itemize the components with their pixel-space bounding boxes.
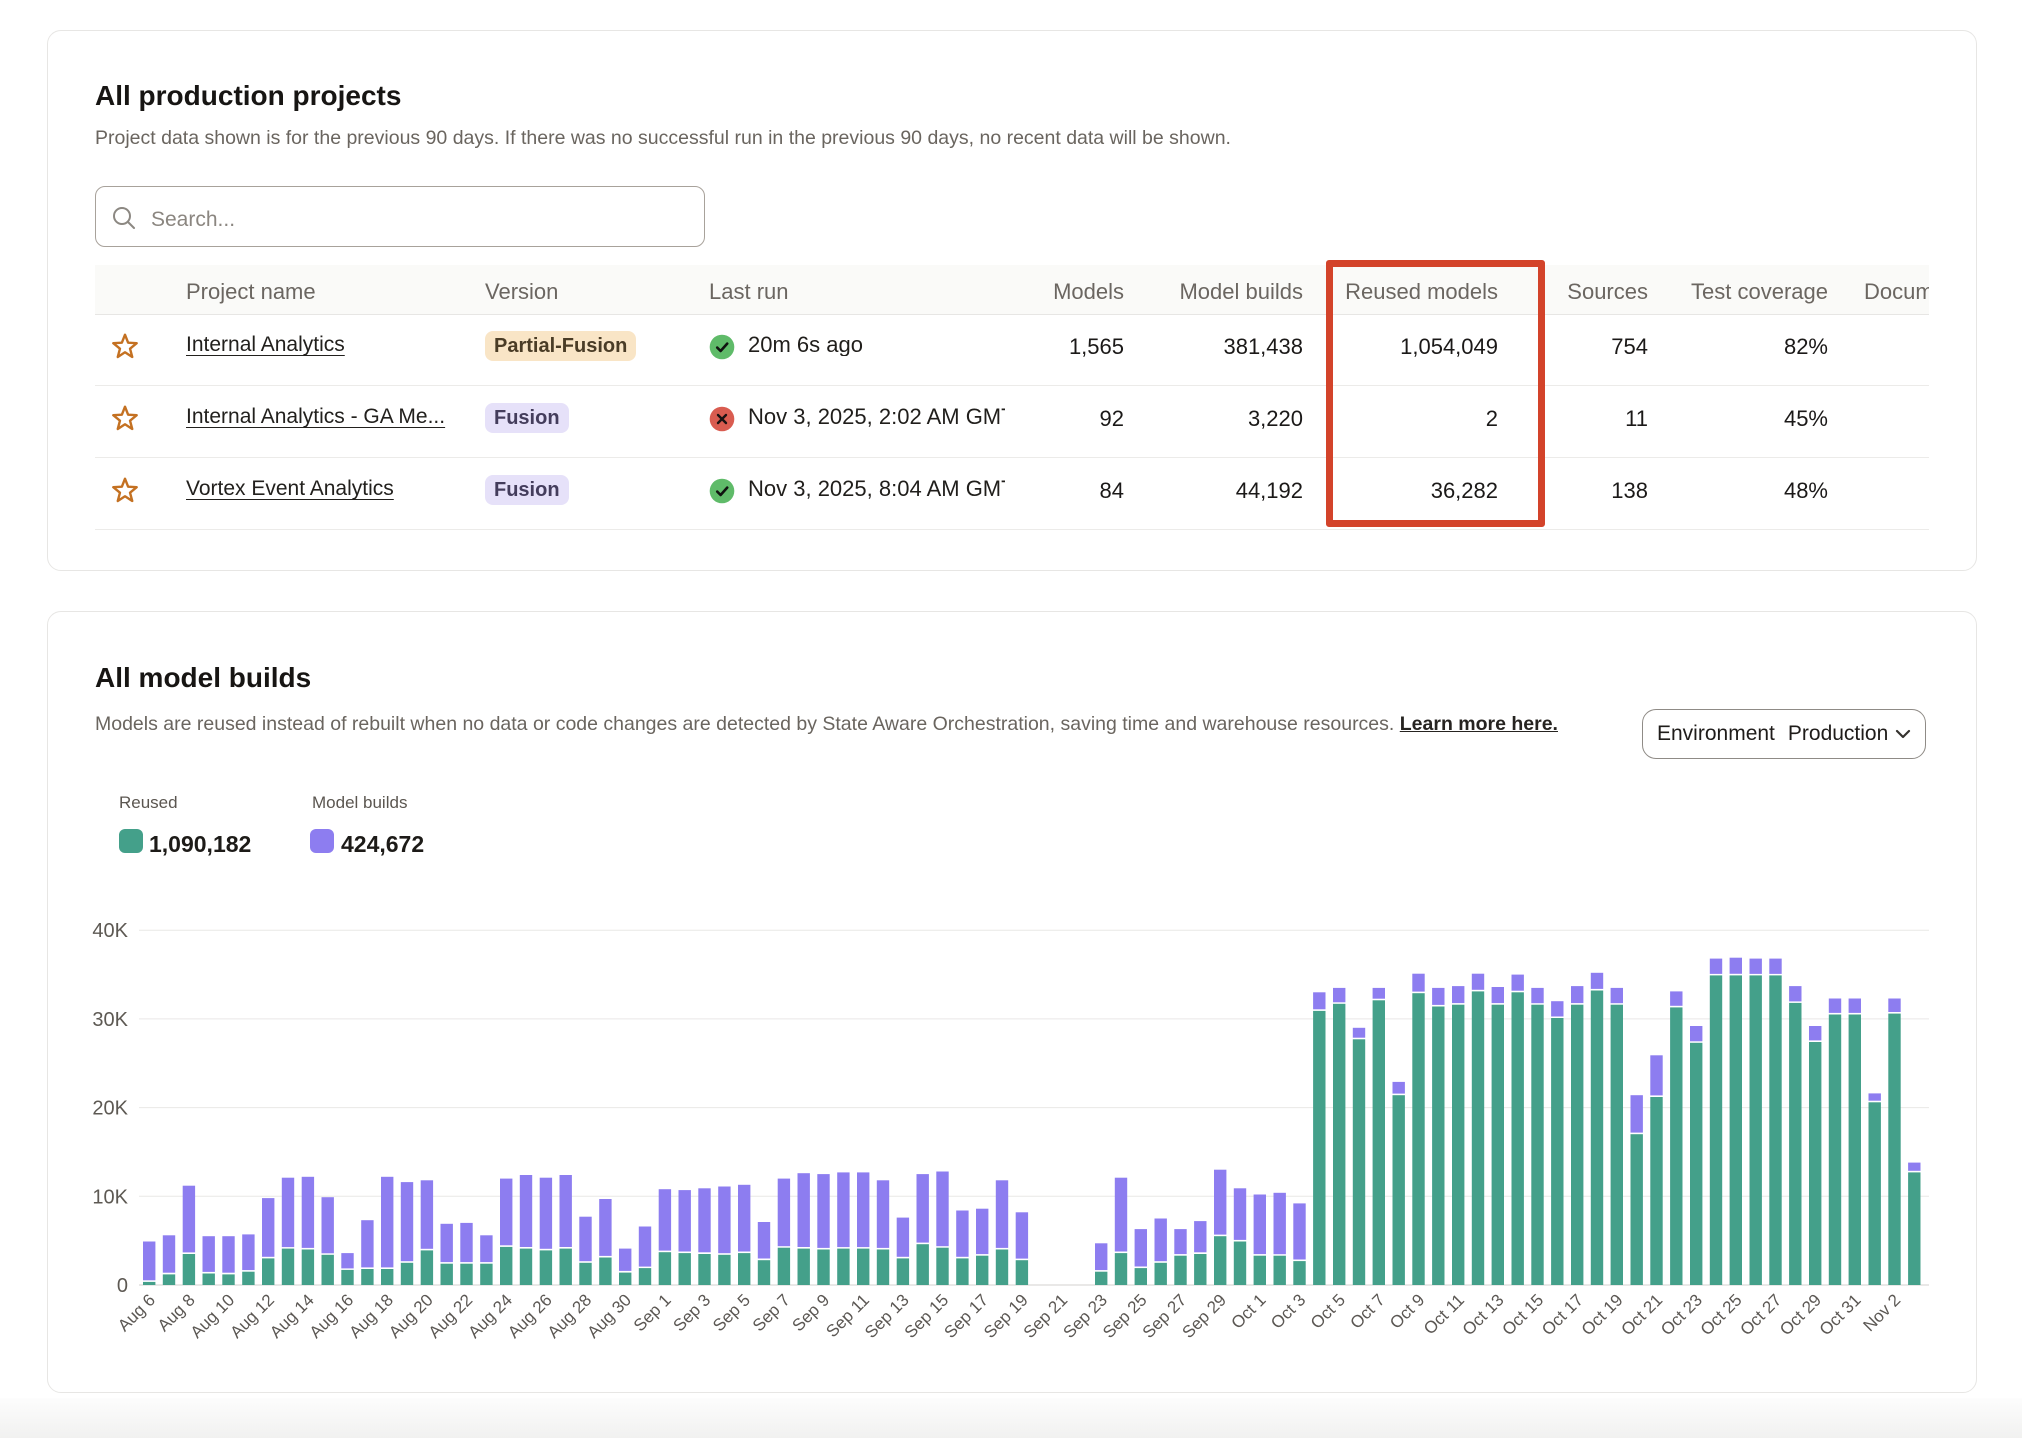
svg-text:Aug 20: Aug 20 [385,1290,437,1342]
svg-text:Oct 25: Oct 25 [1697,1290,1746,1339]
svg-text:Aug 24: Aug 24 [464,1290,516,1342]
svg-text:Oct 5: Oct 5 [1307,1290,1349,1332]
svg-text:Aug 6: Aug 6 [114,1290,159,1335]
svg-text:Oct 15: Oct 15 [1498,1290,1547,1339]
svg-text:20K: 20K [92,1098,128,1120]
svg-text:Aug 28: Aug 28 [544,1290,596,1342]
svg-text:Sep 21: Sep 21 [1020,1290,1072,1342]
svg-text:Sep 27: Sep 27 [1139,1290,1191,1342]
svg-text:Nov 2: Nov 2 [1859,1290,1904,1335]
svg-text:30K: 30K [92,1009,128,1031]
svg-text:Oct 19: Oct 19 [1578,1290,1627,1339]
svg-text:Sep 17: Sep 17 [940,1290,992,1342]
svg-text:Sep 5: Sep 5 [709,1290,754,1335]
svg-text:Sep 19: Sep 19 [980,1290,1032,1342]
svg-text:Sep 7: Sep 7 [749,1290,794,1335]
svg-text:Aug 30: Aug 30 [583,1290,635,1342]
svg-text:Aug 18: Aug 18 [345,1290,397,1342]
svg-text:Aug 10: Aug 10 [187,1290,239,1342]
svg-text:Oct 21: Oct 21 [1617,1290,1666,1339]
svg-text:Sep 25: Sep 25 [1099,1290,1151,1342]
svg-text:Oct 7: Oct 7 [1346,1290,1388,1332]
svg-text:Sep 13: Sep 13 [861,1290,913,1342]
svg-text:40K: 40K [92,920,128,942]
svg-text:Aug 22: Aug 22 [425,1290,477,1342]
svg-text:Oct 1: Oct 1 [1227,1290,1269,1332]
svg-text:Oct 31: Oct 31 [1816,1290,1865,1339]
svg-text:Oct 17: Oct 17 [1538,1290,1587,1339]
svg-text:Sep 3: Sep 3 [669,1290,714,1335]
svg-text:10K: 10K [92,1186,128,1208]
svg-text:Oct 13: Oct 13 [1459,1290,1508,1339]
svg-text:Sep 23: Sep 23 [1059,1290,1111,1342]
svg-text:Oct 3: Oct 3 [1267,1290,1309,1332]
svg-text:Aug 12: Aug 12 [226,1290,278,1342]
svg-text:Oct 27: Oct 27 [1736,1290,1785,1339]
svg-text:Sep 1: Sep 1 [630,1290,675,1335]
svg-text:Aug 16: Aug 16 [306,1290,358,1342]
svg-text:Aug 14: Aug 14 [266,1290,318,1342]
svg-text:Oct 23: Oct 23 [1657,1290,1706,1339]
svg-text:Oct 29: Oct 29 [1776,1290,1825,1339]
svg-text:Sep 15: Sep 15 [901,1290,953,1342]
svg-text:Oct 11: Oct 11 [1420,1290,1468,1338]
svg-text:0: 0 [117,1275,128,1297]
svg-text:Aug 26: Aug 26 [504,1290,556,1342]
svg-text:Sep 29: Sep 29 [1178,1290,1230,1342]
